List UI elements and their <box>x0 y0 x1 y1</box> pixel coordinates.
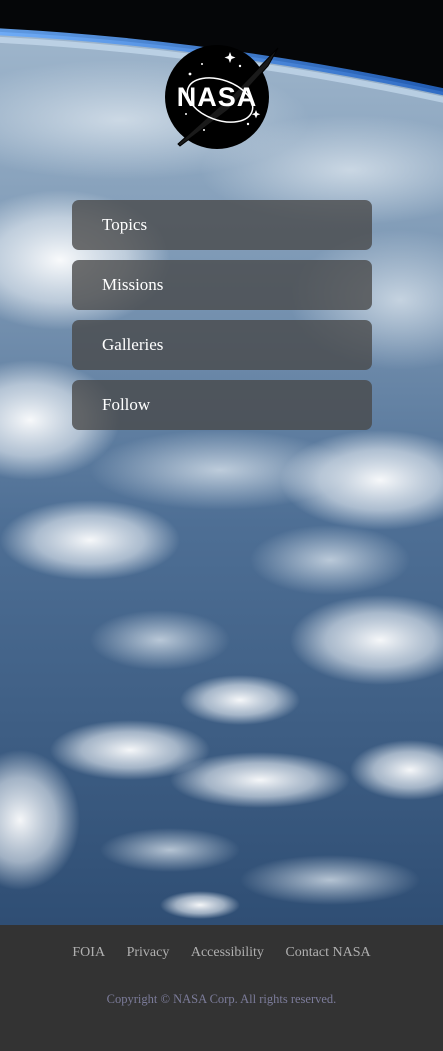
footer-links: FOIA Privacy Accessibility Contact NASA <box>0 945 443 961</box>
footer-link-foia[interactable]: FOIA <box>72 945 105 960</box>
main-nav: Topics Missions Galleries Follow <box>72 200 372 440</box>
logo-wordmark: NASA <box>177 82 258 112</box>
nav-item-topics[interactable]: Topics <box>72 200 372 250</box>
footer-link-accessibility[interactable]: Accessibility <box>191 945 264 960</box>
footer: FOIA Privacy Accessibility Contact NASA … <box>0 925 443 1051</box>
nasa-logo[interactable]: NASA <box>160 44 284 152</box>
nav-item-galleries[interactable]: Galleries <box>72 320 372 370</box>
nav-item-follow[interactable]: Follow <box>72 380 372 430</box>
copyright-text: Copyright © NASA Corp. All rights reserv… <box>106 992 337 1006</box>
page: NASA Topics Missions Galleries Follow FO… <box>0 0 443 1051</box>
footer-link-privacy[interactable]: Privacy <box>127 945 170 960</box>
footer-link-contact[interactable]: Contact NASA <box>285 945 370 960</box>
nav-item-missions[interactable]: Missions <box>72 260 372 310</box>
